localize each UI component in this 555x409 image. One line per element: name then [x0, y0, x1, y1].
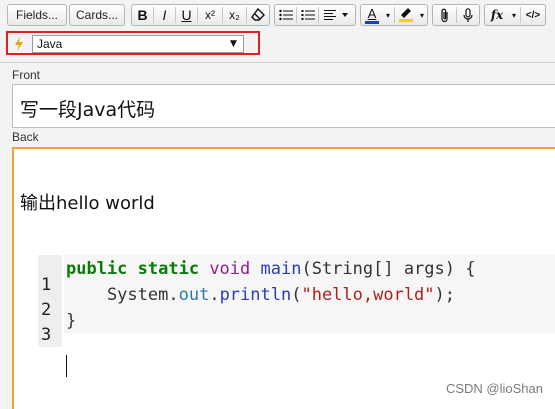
format-button-group: B I U x² x₂	[131, 4, 270, 26]
superscript-button[interactable]: x²	[198, 5, 222, 25]
watermark: CSDN @lioShan	[445, 381, 543, 396]
text-color-dropdown-icon[interactable]: ▾	[383, 5, 393, 25]
editor-toolbar: Fields... Cards... B I U x² x₂ A ▾ ▾ fx …	[0, 0, 555, 30]
divider	[0, 62, 555, 63]
eraser-icon[interactable]	[247, 5, 269, 25]
bullet-list-icon[interactable]	[275, 5, 296, 25]
code-block[interactable]: 1 2 3 public static void main(String[] a…	[38, 255, 555, 347]
code-line: public static void main(String[] args) {	[66, 259, 476, 279]
bold-button[interactable]: B	[132, 5, 153, 25]
line-number: 2	[41, 300, 52, 320]
color-button-group: A ▾ ▾	[360, 4, 428, 26]
cards-button[interactable]: Cards...	[69, 4, 125, 26]
numbered-list-icon[interactable]	[297, 5, 318, 25]
code-line: System.out.println("hello,world");	[66, 285, 456, 305]
paperclip-icon[interactable]	[433, 5, 456, 25]
front-field-label: Front	[12, 68, 41, 82]
microphone-icon[interactable]	[457, 5, 479, 25]
back-field-intro-text: 输出hello world	[20, 193, 155, 214]
subscript-button[interactable]: x₂	[223, 5, 246, 25]
text-color-label: A	[367, 5, 377, 21]
chevron-down-icon[interactable]: ▼	[230, 39, 237, 49]
math-dropdown-icon[interactable]: ▾	[509, 5, 519, 25]
line-number-gutter: 1 2 3	[38, 255, 62, 347]
italic-button[interactable]: I	[154, 5, 175, 25]
back-field-label: Back	[12, 130, 39, 144]
highlight-swatch	[399, 19, 413, 22]
highlight-dropdown-icon[interactable]: ▾	[417, 5, 427, 25]
text-color-button[interactable]: A	[361, 5, 383, 25]
html-editor-button[interactable]: </>	[521, 5, 545, 25]
text-caret	[66, 355, 67, 377]
code-language-value: Java	[37, 37, 63, 51]
code-body: public static void main(String[] args) {…	[64, 255, 555, 333]
line-number: 3	[41, 325, 52, 345]
code-block-icon	[10, 36, 28, 52]
math-button[interactable]: fx	[485, 5, 509, 25]
list-button-group	[274, 4, 356, 26]
back-field[interactable]: 输出hello world 1 2 3 public static void m…	[12, 147, 555, 409]
front-field[interactable]: 写一段Java代码	[12, 84, 555, 128]
code-language-select[interactable]: Java	[32, 35, 244, 53]
advanced-button-group: fx ▾ </>	[484, 4, 546, 26]
fields-button[interactable]: Fields...	[7, 4, 67, 26]
highlight-icon[interactable]	[395, 5, 417, 25]
code-language-row: Java ▼	[6, 31, 260, 55]
front-field-text: 写一段Java代码	[20, 99, 156, 121]
underline-button[interactable]: U	[176, 5, 197, 25]
line-number: 1	[41, 275, 52, 295]
code-line: }	[66, 311, 77, 331]
align-icon[interactable]	[319, 5, 355, 25]
text-color-swatch	[365, 20, 379, 24]
media-button-group	[432, 4, 480, 26]
